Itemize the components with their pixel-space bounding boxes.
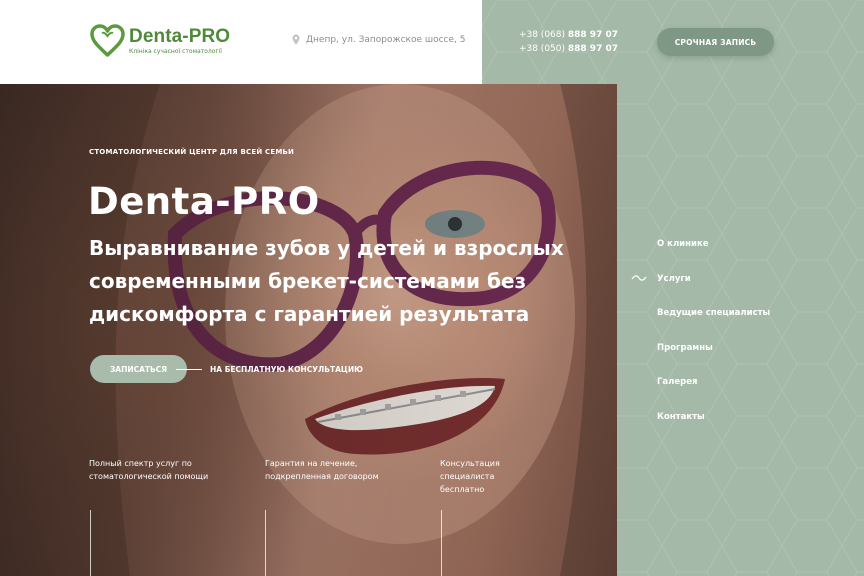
logo[interactable]: Denta-PRO Клініка сучасної стоматології <box>90 24 230 58</box>
nav-item-contacts[interactable]: Контакты <box>657 411 770 446</box>
nav-item-gallery[interactable]: Галерея <box>657 376 770 411</box>
feature-divider <box>441 510 442 576</box>
side-nav: О клинике Услуги Ведущие специалисты Про… <box>631 238 770 446</box>
address-text: Днепр, ул. Запорожское шоссе, 5 <box>306 34 466 45</box>
nav-item-about[interactable]: О клинике <box>657 238 770 273</box>
tilde-wave-icon <box>631 274 647 281</box>
hero-kicker: СТОМАТОЛОГИЧЕСКИЙ ЦЕНТР ДЛЯ ВСЕЙ СЕМЬИ <box>89 148 295 156</box>
feature-divider <box>90 510 91 576</box>
cta-connector-line <box>176 369 202 370</box>
phone-link[interactable]: +38 (068) 888 97 07 <box>512 28 618 42</box>
tooth-heart-icon <box>90 24 125 57</box>
logo-name: Denta-PRO <box>129 25 231 47</box>
feature-item: Гарантия на лечение, подкрепленная догов… <box>265 457 385 483</box>
nav-item-services[interactable]: Услуги <box>631 273 770 308</box>
address: Днепр, ул. Запорожское шоссе, 5 <box>292 34 466 45</box>
urgent-booking-button[interactable]: СРОЧНАЯ ЗАПИСЬ <box>657 28 774 56</box>
nav-item-label: Услуги <box>657 273 691 284</box>
nav-item-programs[interactable]: Програмны <box>657 342 770 377</box>
phone-list: +38 (068) 888 97 07 +38 (050) 888 97 07 <box>512 28 618 56</box>
header: Denta-PRO Клініка сучасної стоматології … <box>0 0 482 84</box>
feature-item: Консультация специалиста бесплатно <box>440 457 540 496</box>
feature-item: Полный спектр услуг по стоматологической… <box>89 457 209 483</box>
hero-headline: Выравнивание зубов у детей и взрослых со… <box>89 236 564 326</box>
cta-note: НА БЕСПЛАТНУЮ КОНСУЛЬТАЦИЮ <box>210 365 363 374</box>
feature-divider <box>265 510 266 576</box>
feature-text: Полный спектр услуг по стоматологической… <box>89 459 209 481</box>
signup-button[interactable]: ЗАПИСАТЬСЯ <box>90 355 187 383</box>
map-pin-icon <box>292 34 300 45</box>
hero-title: Denta-PRO <box>88 180 320 223</box>
feature-text: Гарантия на лечение, подкрепленная догов… <box>265 459 379 481</box>
nav-item-specialists[interactable]: Ведущие специалисты <box>657 307 770 342</box>
phone-link[interactable]: +38 (050) 888 97 07 <box>512 42 618 56</box>
hero-banner: СТОМАТОЛОГИЧЕСКИЙ ЦЕНТР ДЛЯ ВСЕЙ СЕМЬИ D… <box>0 84 617 576</box>
logo-tagline: Клініка сучасної стоматології <box>129 47 222 55</box>
feature-text: Консультация специалиста бесплатно <box>440 459 500 494</box>
